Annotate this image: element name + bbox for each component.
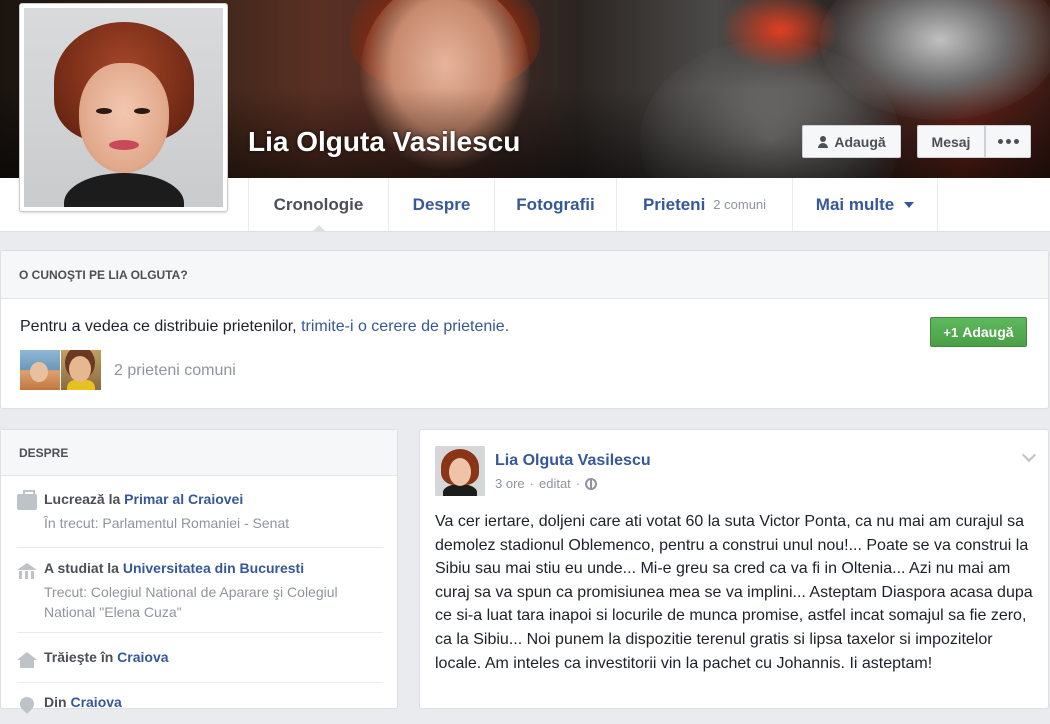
post-edited[interactable]: editat [539,476,571,491]
home-icon [17,652,37,668]
post-body: Va cer iertare, doljeni care ati votat 6… [435,513,1033,672]
tab-despre[interactable]: Despre [388,178,494,231]
briefcase-icon [17,490,37,510]
about-card: DESPRE Lucrează la Primar al Craiovei În… [0,429,398,714]
from-link[interactable]: Craiova [70,694,121,710]
send-request-link[interactable]: trimite-i o cerere de prietenie. [301,318,509,335]
mutual-friend-avatar[interactable] [61,350,101,390]
work-link[interactable]: Primar al Craiovei [124,491,243,507]
caret-down-icon [904,201,915,208]
education-link[interactable]: Universitatea din Bucuresti [123,560,304,576]
about-item-education: A studiat la Universitatea din Bucuresti… [17,560,383,633]
add-friend-button[interactable]: Adaugă [802,125,901,158]
add-friend-label: Adaugă [834,133,886,150]
mutual-friends-text[interactable]: 2 prieteni comuni [114,362,236,380]
tab-prieteni[interactable]: Prieteni 2 comuni [616,178,792,231]
tab-cronologie[interactable]: Cronologie [248,178,388,232]
mutual-friend-avatar[interactable] [20,350,60,390]
mutual-friend-thumbs [20,350,101,390]
add-friend-green-button[interactable]: +1 Adaugă [930,317,1027,347]
chevron-down-icon[interactable] [1021,447,1037,463]
add-person-icon [817,135,829,148]
about-heading: DESPRE [1,430,397,476]
pin-icon [17,694,37,714]
profile-name[interactable]: Lia Olguta Vasilescu [248,126,520,158]
lives-link[interactable]: Craiova [117,649,168,665]
message-button[interactable]: Mesaj [917,125,985,158]
about-item-lives: Trăieşte în Craiova [17,649,383,683]
friend-request-card: O CUNOŞTI PE LIA OLGUTA? Pentru a vedea … [0,250,1049,409]
more-dots-icon [997,139,1019,144]
about-item-work: Lucrează la Primar al Craiovei În trecut… [17,490,383,548]
post-meta: 3 ore · editat · [495,476,598,491]
globe-icon[interactable] [585,477,598,490]
message-label: Mesaj [931,133,971,150]
add-person-icon: +1 [943,324,959,340]
friend-card-heading: O CUNOŞTI PE LIA OLGUTA? [1,251,1048,299]
profile-photo [24,8,223,207]
post-author-name[interactable]: Lia Olguta Vasilescu [495,452,651,470]
school-icon [17,563,37,579]
post-card: Lia Olguta Vasilescu 3 ore · editat · Va… [419,429,1049,709]
profile-picture[interactable] [19,3,228,212]
mutual-count: 2 comuni [713,197,767,212]
tab-more[interactable]: Mai multe [792,178,938,231]
post-author-avatar[interactable] [435,446,485,496]
post-time[interactable]: 3 ore [495,476,525,491]
friend-card-text: Pentru a vedea ce distribuie prietenilor… [20,318,510,335]
about-item-from: Din Craiova [17,694,383,724]
more-options-button[interactable] [985,125,1031,158]
tab-fotografii[interactable]: Fotografii [494,178,616,231]
